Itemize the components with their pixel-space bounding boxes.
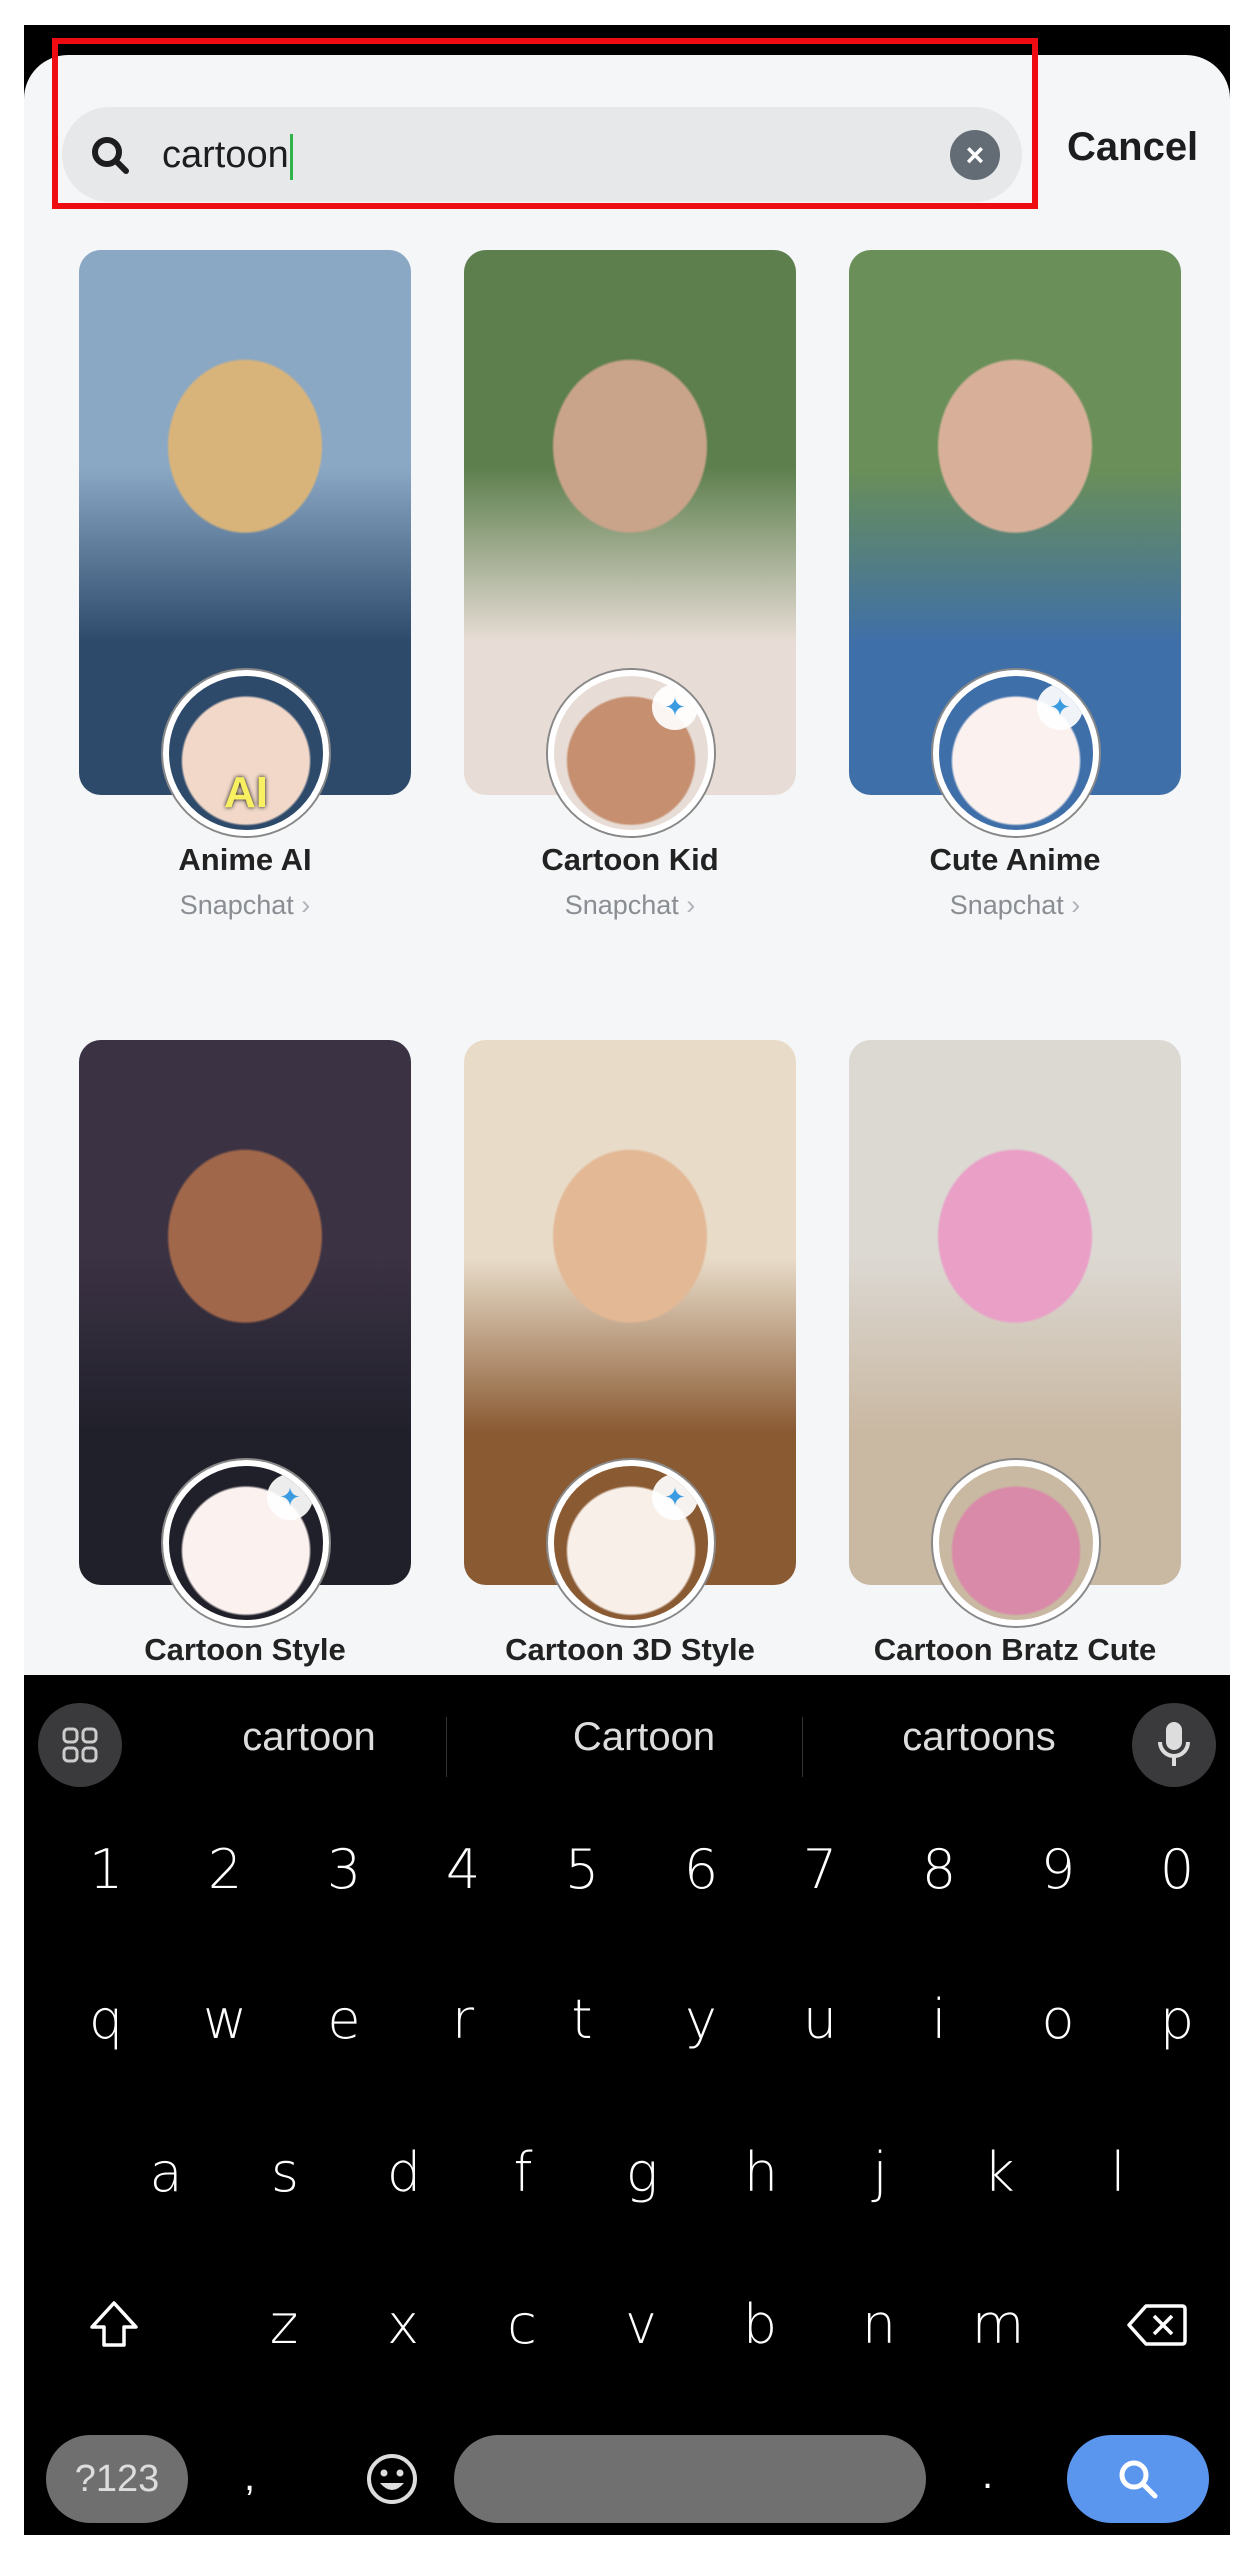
- lens-title: Cute Anime: [929, 842, 1101, 877]
- phone-screen: cartoon × Cancel AI Anime AI Snapchat › …: [24, 25, 1230, 2535]
- magic-wand-icon: ✦: [267, 1474, 313, 1520]
- key-m[interactable]: m: [948, 2275, 1048, 2375]
- lens-title: Anime AI: [178, 842, 312, 877]
- lens-icon: ✦: [933, 670, 1099, 836]
- key-9[interactable]: 9: [1008, 1820, 1108, 1920]
- keyboard-bottom-row: ?123 , .: [24, 2435, 1230, 2525]
- search-action-key[interactable]: [1067, 2435, 1209, 2523]
- suggestion-1[interactable]: cartoon: [159, 1715, 459, 1760]
- lens-title: Cartoon Bratz Cute: [873, 1632, 1157, 1667]
- emoji-icon[interactable]: [364, 2451, 420, 2507]
- suggestion-2[interactable]: Cartoon: [494, 1715, 794, 1760]
- lens-icon: ✦: [548, 1460, 714, 1626]
- key-r[interactable]: r: [413, 1970, 513, 2070]
- onscreen-keyboard: cartoon Cartoon cartoons 1234567890 qwer…: [24, 1675, 1230, 2535]
- suggestion-divider: [446, 1717, 447, 1777]
- key-s[interactable]: s: [235, 2123, 335, 2223]
- key-5[interactable]: 5: [532, 1820, 632, 1920]
- lens-title: Cartoon Kid: [541, 842, 719, 877]
- key-2[interactable]: 2: [175, 1820, 275, 1920]
- search-icon: [1119, 2460, 1158, 2499]
- key-6[interactable]: 6: [651, 1820, 751, 1920]
- key-3[interactable]: 3: [294, 1820, 394, 1920]
- key-w[interactable]: w: [175, 1970, 275, 2070]
- chevron-right-icon: ›: [1071, 890, 1081, 920]
- key-u[interactable]: u: [770, 1970, 870, 2070]
- comma-key[interactable]: ,: [244, 2455, 255, 2500]
- suggestion-bar: cartoon Cartoon cartoons: [24, 1695, 1230, 1787]
- key-0[interactable]: 0: [1127, 1820, 1227, 1920]
- lens-creator-link[interactable]: Snapchat ›: [49, 890, 441, 921]
- key-7[interactable]: 7: [770, 1820, 870, 1920]
- key-t[interactable]: t: [532, 1970, 632, 2070]
- keyboard-menu-button[interactable]: [38, 1703, 122, 1787]
- key-k[interactable]: k: [949, 2123, 1049, 2223]
- lens-title: Cartoon 3D Style: [505, 1632, 755, 1667]
- cancel-button[interactable]: Cancel: [1067, 125, 1198, 170]
- magic-wand-icon: ✦: [652, 1474, 698, 1520]
- lens-search-sheet: cartoon × Cancel AI Anime AI Snapchat › …: [24, 55, 1230, 1705]
- backspace-key[interactable]: [1107, 2275, 1207, 2375]
- chevron-right-icon: ›: [686, 890, 696, 920]
- ai-badge-label: AI: [224, 768, 268, 817]
- key-y[interactable]: y: [651, 1970, 751, 2070]
- letter-row-1: qwertyuiop: [24, 1970, 1230, 2070]
- key-f[interactable]: f: [473, 2123, 573, 2223]
- key-c[interactable]: c: [472, 2275, 572, 2375]
- key-q[interactable]: q: [56, 1970, 156, 2070]
- lens-icon: ✦: [548, 670, 714, 836]
- key-n[interactable]: n: [829, 2275, 929, 2375]
- magic-wand-icon: ✦: [652, 684, 698, 730]
- lens-icon: ✦: [163, 1460, 329, 1626]
- key-v[interactable]: v: [591, 2275, 691, 2375]
- key-l[interactable]: l: [1068, 2123, 1168, 2223]
- creator-name: Snapchat: [564, 890, 679, 920]
- key-i[interactable]: i: [889, 1970, 989, 2070]
- number-row: 1234567890: [24, 1820, 1230, 1920]
- magic-wand-icon: ✦: [1037, 684, 1083, 730]
- suggestion-3[interactable]: cartoons: [829, 1715, 1129, 1760]
- key-d[interactable]: d: [354, 2123, 454, 2223]
- annotation-highlight-box: [52, 38, 1038, 209]
- key-8[interactable]: 8: [889, 1820, 989, 1920]
- period-key[interactable]: .: [982, 2453, 993, 2498]
- shift-icon: [90, 2301, 138, 2347]
- symbols-key[interactable]: ?123: [46, 2435, 188, 2523]
- letter-row-2: asdfghjkl: [24, 2123, 1230, 2223]
- suggestion-divider: [802, 1717, 803, 1777]
- key-1[interactable]: 1: [56, 1820, 156, 1920]
- key-4[interactable]: 4: [413, 1820, 513, 1920]
- letter-row-3: zxcvbnm: [24, 2275, 1230, 2375]
- lens-creator-link[interactable]: Snapchat ›: [819, 890, 1211, 921]
- creator-name: Snapchat: [179, 890, 294, 920]
- backspace-icon: [1127, 2304, 1187, 2346]
- space-bar[interactable]: [454, 2435, 926, 2523]
- lens-title: Cartoon Style: [144, 1632, 346, 1667]
- chevron-right-icon: ›: [301, 890, 311, 920]
- grid-icon: [62, 1727, 98, 1763]
- key-e[interactable]: e: [294, 1970, 394, 2070]
- key-a[interactable]: a: [116, 2123, 216, 2223]
- key-g[interactable]: g: [592, 2123, 692, 2223]
- microphone-icon: [1158, 1722, 1190, 1766]
- key-z[interactable]: z: [234, 2275, 334, 2375]
- key-x[interactable]: x: [353, 2275, 453, 2375]
- lens-icon: AI: [163, 670, 329, 836]
- lens-icon: [933, 1460, 1099, 1626]
- key-j[interactable]: j: [830, 2123, 930, 2223]
- shift-key[interactable]: [64, 2275, 164, 2375]
- key-b[interactable]: b: [710, 2275, 810, 2375]
- key-h[interactable]: h: [711, 2123, 811, 2223]
- key-o[interactable]: o: [1008, 1970, 1108, 2070]
- voice-input-button[interactable]: [1132, 1703, 1216, 1787]
- key-p[interactable]: p: [1127, 1970, 1227, 2070]
- lens-creator-link[interactable]: Snapchat ›: [434, 890, 826, 921]
- creator-name: Snapchat: [949, 890, 1064, 920]
